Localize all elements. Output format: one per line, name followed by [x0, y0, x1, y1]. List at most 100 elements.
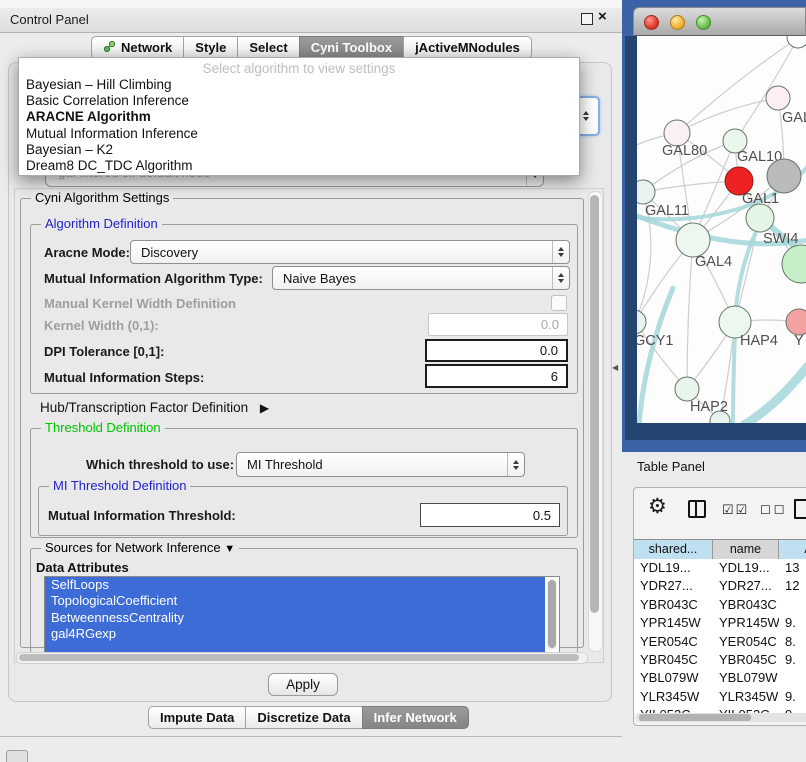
algorithm-option[interactable]: Mutual Information Inference: [19, 126, 579, 142]
float-icon[interactable]: [581, 13, 593, 25]
network-node-gal[interactable]: [766, 86, 790, 110]
dpi-tolerance-label: DPI Tolerance [0,1]:: [44, 344, 164, 359]
data-attributes-label: Data Attributes: [36, 560, 129, 575]
network-edge[interactable]: [687, 240, 693, 389]
algorithm-option[interactable]: Dream8 DC_TDC Algorithm: [19, 158, 579, 174]
mi-type-label: Mutual Information Algorithm Type:: [44, 271, 263, 286]
tab-discretize-data[interactable]: Discretize Data: [245, 706, 362, 729]
dropdown-placeholder: Select algorithm to view settings: [19, 58, 579, 77]
combo-stepper-icon: [578, 98, 594, 134]
algorithm-option[interactable]: Bayesian – Hill Climbing: [19, 77, 579, 93]
sources-group-title[interactable]: Sources for Network Inference ▼: [41, 540, 239, 555]
apply-button[interactable]: Apply: [268, 673, 338, 696]
tab-label: Discretize Data: [257, 710, 350, 725]
algorithm-dropdown-list: Select algorithm to view settings Bayesi…: [18, 57, 580, 176]
unchecked-pair-icon[interactable]: ☐☐: [760, 503, 788, 517]
dpi-tolerance-input[interactable]: 0.0: [425, 339, 568, 362]
table-cell: 9.: [779, 688, 806, 706]
table-row[interactable]: YBR043CYBR043C: [634, 596, 806, 614]
table-horizontal-scrollbar[interactable]: [636, 713, 806, 722]
network-edge[interactable]: [677, 38, 798, 133]
cytoscape-screen: Control Panel × NetworkStyleSelectCyni T…: [0, 0, 806, 762]
table-row[interactable]: YLR345WYLR345W9.: [634, 688, 806, 706]
table-cell: YBL079W: [713, 669, 779, 687]
mi-threshold-input[interactable]: 0.5: [420, 503, 560, 527]
tab-jactivemnodules[interactable]: jActiveMNodules: [403, 36, 532, 59]
network-node[interactable]: [787, 36, 806, 48]
tab-infer-network[interactable]: Infer Network: [362, 706, 469, 729]
aracne-mode-combo[interactable]: Discovery: [130, 240, 570, 264]
table-cell: YDR27...: [713, 577, 779, 595]
network-node[interactable]: [767, 159, 801, 193]
table-cell: [779, 669, 806, 687]
column-header-name[interactable]: name: [713, 539, 779, 560]
network-node-gcy1[interactable]: [637, 310, 646, 334]
network-node-gal4[interactable]: [676, 223, 710, 257]
attribute-item[interactable]: SelfLoops: [45, 577, 545, 593]
aracne-mode-label: Aracne Mode:: [44, 245, 130, 260]
which-threshold-label: Which threshold to use:: [86, 457, 234, 472]
network-node-label: GAL11: [645, 203, 689, 219]
attribute-item[interactable]: BetweennessCentrality: [45, 610, 545, 626]
minimize-traffic-light-icon[interactable]: [670, 15, 685, 30]
zoom-traffic-light-icon[interactable]: [696, 15, 711, 30]
document-icon[interactable]: [794, 499, 806, 519]
aracne-mode-value: Discovery: [131, 245, 552, 260]
checked-pair-icon[interactable]: ☑☑: [722, 502, 749, 518]
kernel-width-input[interactable]: 0.0: [428, 313, 568, 336]
network-edge[interactable]: [677, 98, 778, 133]
column-header-shared-[interactable]: shared...: [634, 539, 713, 560]
table-cell: YER054C: [634, 633, 713, 651]
table-row[interactable]: YER054CYER054C8.: [634, 633, 806, 651]
hub-definition-label: Hub/Transcription Factor Definition: [40, 400, 248, 415]
attribute-item[interactable]: gal4RGexp: [45, 626, 545, 642]
network-node-y[interactable]: [786, 309, 806, 335]
close-traffic-light-icon[interactable]: [644, 15, 659, 30]
bottom-left-partial-button[interactable]: [6, 750, 28, 762]
settings-vertical-scrollbar[interactable]: [588, 191, 603, 652]
which-threshold-combo[interactable]: MI Threshold: [236, 452, 525, 477]
network-node-swi4[interactable]: [746, 204, 774, 232]
table-row[interactable]: YDL19...YDL19...13: [634, 559, 806, 577]
kernel-width-label: Kernel Width (0,1):: [44, 318, 159, 333]
control-panel-titlebar: [0, 8, 622, 33]
table-row[interactable]: YBR045CYBR045C9.: [634, 651, 806, 669]
network-node-hap2[interactable]: [675, 377, 699, 401]
algorithm-option[interactable]: ARACNE Algorithm: [19, 109, 579, 125]
table-cell: YIL052C: [634, 706, 713, 713]
table-row[interactable]: YBL079WYBL079W: [634, 669, 806, 687]
tab-label: Network: [121, 40, 172, 55]
tab-impute-data[interactable]: Impute Data: [148, 706, 246, 729]
split-columns-icon[interactable]: [688, 500, 706, 518]
combo-stepper-icon: [552, 241, 569, 263]
tab-network[interactable]: Network: [91, 36, 184, 59]
mi-steps-input[interactable]: 6: [425, 364, 568, 388]
tab-style[interactable]: Style: [183, 36, 238, 59]
network-node[interactable]: [782, 245, 806, 283]
gear-icon[interactable]: ⚙: [648, 494, 667, 519]
table-cell: YBL079W: [634, 669, 713, 687]
split-collapse-arrow[interactable]: ◀: [612, 363, 618, 372]
close-icon[interactable]: ×: [598, 8, 607, 25]
settings-horizontal-scrollbar[interactable]: [16, 652, 588, 664]
tab-select[interactable]: Select: [237, 36, 299, 59]
table-row[interactable]: YIL052CYIL052C9: [634, 706, 806, 713]
manual-kernel-checkbox[interactable]: [551, 295, 567, 311]
table-row[interactable]: YPR145WYPR145W9.: [634, 614, 806, 632]
hub-definition-toggle[interactable]: Hub/Transcription Factor Definition ▶: [40, 400, 269, 415]
network-edge-highlighted[interactable]: [744, 366, 806, 423]
algorithm-option[interactable]: Bayesian – K2: [19, 142, 579, 158]
attributes-scrollbar[interactable]: [547, 579, 557, 650]
algorithm-option[interactable]: Basic Correlation Inference: [19, 93, 579, 109]
table-row[interactable]: YDR27...YDR27...12: [634, 577, 806, 595]
table-cell: YPR145W: [634, 614, 713, 632]
combo-stepper-icon: [552, 267, 569, 289]
network-edge-highlighted[interactable]: [639, 288, 673, 423]
attribute-item[interactable]: TopologicalCoefficient: [45, 593, 545, 609]
network-canvas[interactable]: GALGAL80GAL10GAL1GAL11SWI4GAL4GCY1HAP4YH…: [637, 36, 806, 423]
data-attributes-list[interactable]: SelfLoopsTopologicalCoefficientBetweenne…: [44, 576, 560, 653]
column-header-a[interactable]: A: [779, 539, 806, 560]
mi-type-combo[interactable]: Naive Bayes: [272, 266, 570, 290]
collapsed-caret-icon: ▶: [260, 401, 269, 415]
tab-cyni-toolbox[interactable]: Cyni Toolbox: [299, 36, 404, 59]
